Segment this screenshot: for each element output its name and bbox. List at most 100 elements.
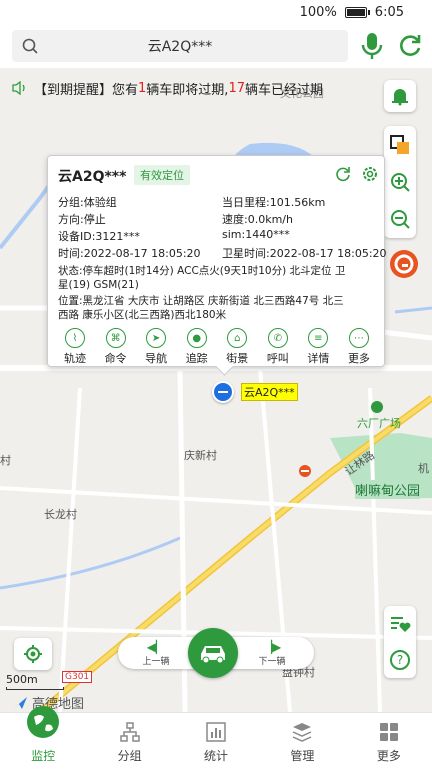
traffic-button[interactable] bbox=[390, 250, 418, 278]
navigation-icon: ➤ bbox=[146, 328, 167, 348]
info-speed: 速度:0.0km/h bbox=[222, 213, 293, 226]
tab-monitor[interactable]: 监控 bbox=[0, 706, 86, 769]
info-position-line1: 位置:黑龙江省 大庆市 让胡路区 庆新街道 北三西路47号 北三 bbox=[58, 295, 344, 307]
next-vehicle-button[interactable]: ▕▶ 下一辆 bbox=[252, 640, 292, 667]
tab-manage[interactable]: 管理 bbox=[259, 713, 345, 769]
info-device-id: 设备ID:3121*** bbox=[58, 230, 140, 243]
list-tools: ? bbox=[384, 606, 416, 678]
status-bar: 100% 6:05 bbox=[0, 0, 432, 24]
share-icon[interactable] bbox=[334, 165, 352, 183]
layers-icon[interactable] bbox=[389, 134, 411, 156]
top-bar: 云A2Q*** bbox=[0, 24, 432, 68]
action-more[interactable]: ⋯ 更多 bbox=[340, 328, 378, 366]
action-call[interactable]: ✆ 呼叫 bbox=[259, 328, 297, 366]
action-streetview[interactable]: ⌂ 街景 bbox=[218, 328, 256, 366]
action-label: 命令 bbox=[104, 352, 127, 365]
action-navigation[interactable]: ➤ 导航 bbox=[137, 328, 175, 366]
map-tools bbox=[384, 126, 416, 238]
search-box[interactable]: 云A2Q*** bbox=[12, 30, 348, 62]
action-label: 呼叫 bbox=[266, 352, 289, 365]
tab-more[interactable]: 更多 bbox=[346, 713, 432, 769]
help-icon[interactable]: ? bbox=[389, 649, 411, 671]
vehicle-marker[interactable] bbox=[212, 381, 234, 403]
action-label: 更多 bbox=[347, 352, 370, 365]
map-label-ji: 机 bbox=[418, 462, 429, 475]
info-group: 分组:体验组 bbox=[58, 196, 117, 209]
next-arrow-icon: ▕▶ bbox=[262, 640, 282, 654]
scale-text: 500m bbox=[6, 673, 38, 686]
action-track[interactable]: ⌇ 轨迹 bbox=[56, 328, 94, 366]
more-icon: ⋯ bbox=[348, 328, 369, 348]
next-label: 下一辆 bbox=[258, 657, 286, 667]
prev-arrow-icon: ◀▏ bbox=[146, 640, 166, 654]
action-tracking[interactable]: ● 追踪 bbox=[178, 328, 216, 366]
info-position-line2: 西路 康乐小区(北三西路)西北180米 bbox=[58, 309, 227, 321]
info-state-line2: 星(19) GSM(21) bbox=[58, 279, 139, 291]
notice-count-expired: 17 bbox=[228, 80, 245, 96]
info-mileage: 当日里程:101.56km bbox=[222, 196, 326, 209]
action-label: 街景 bbox=[226, 352, 249, 365]
tab-label: 分组 bbox=[117, 749, 142, 763]
group-icon bbox=[119, 722, 140, 742]
location-status-badge: 有效定位 bbox=[134, 165, 190, 185]
info-time: 时间:2022-08-17 18:05:20 bbox=[58, 247, 201, 260]
refresh-icon[interactable] bbox=[396, 32, 424, 60]
tracking-icon: ● bbox=[186, 328, 207, 348]
gas-station-icon bbox=[299, 465, 311, 477]
tab-label: 统计 bbox=[204, 749, 229, 763]
info-satellite-time: 卫星时间:2022-08-17 18:05:20 bbox=[222, 247, 387, 260]
globe-icon bbox=[27, 706, 60, 738]
notice-count-expiring: 1 bbox=[138, 80, 147, 96]
tab-label: 监控 bbox=[31, 749, 56, 763]
notice-prefix: 【到期提醒】您有 bbox=[34, 82, 139, 98]
action-label: 导航 bbox=[145, 352, 168, 365]
traffic-icon bbox=[394, 254, 414, 274]
poi-pin-icon bbox=[371, 401, 383, 413]
microphone-icon[interactable] bbox=[358, 30, 386, 62]
action-label: 轨迹 bbox=[64, 352, 86, 365]
prev-label: 上一辆 bbox=[142, 657, 170, 667]
map-label-g301: G301 bbox=[62, 671, 93, 683]
popup-actions: ⌇ 轨迹 ⌘ 命令 ➤ 导航 ● 追踪 ⌂ 街景 ✆ 呼叫 ≡ 详情 ⋯ 更多 bbox=[56, 328, 378, 366]
vehicle-plate-label[interactable]: 云A2Q*** bbox=[241, 383, 298, 401]
info-direction: 方向:停止 bbox=[58, 213, 106, 226]
grid-icon bbox=[379, 723, 398, 741]
action-details[interactable]: ≡ 详情 bbox=[299, 328, 337, 366]
zoom-in-icon[interactable] bbox=[389, 171, 411, 193]
streetview-icon: ⌂ bbox=[227, 328, 248, 348]
expiry-notice[interactable]: 【到期提醒】您有 1 辆车即将过期, 17 辆车已经过期 bbox=[12, 74, 372, 102]
map-label-changlong: 长龙村 bbox=[44, 508, 77, 521]
stats-icon bbox=[206, 722, 226, 742]
map-label-liuchang: 六厂广场 bbox=[357, 417, 401, 430]
locate-icon bbox=[24, 645, 42, 663]
vehicle-plate: 云A2Q*** bbox=[58, 169, 127, 185]
map-label-qingxin: 庆新村 bbox=[184, 449, 217, 462]
notice-mid: 辆车即将过期, bbox=[146, 82, 229, 98]
locate-button[interactable] bbox=[14, 638, 52, 670]
search-text: 云A2Q*** bbox=[147, 39, 213, 55]
map-label-cun: 村 bbox=[0, 454, 11, 467]
car-center-button[interactable] bbox=[188, 628, 238, 678]
info-state-line1: 状态:停车超时(1时14分) ACC点火(9天1时10分) 北斗定位 卫 bbox=[58, 265, 346, 277]
tab-label: 管理 bbox=[290, 749, 315, 763]
alarm-button[interactable] bbox=[384, 80, 416, 112]
action-command[interactable]: ⌘ 命令 bbox=[97, 328, 135, 366]
scale-bar bbox=[6, 687, 64, 690]
zoom-out-icon[interactable] bbox=[389, 208, 411, 230]
prev-vehicle-button[interactable]: ◀▏ 上一辆 bbox=[136, 640, 176, 667]
svg-text:?: ? bbox=[397, 653, 403, 667]
favorite-list-icon[interactable] bbox=[389, 614, 411, 634]
details-icon: ≡ bbox=[308, 328, 329, 348]
tab-group[interactable]: 分组 bbox=[86, 713, 172, 769]
notice-suffix: 辆车已经过期 bbox=[244, 82, 323, 98]
gear-icon[interactable] bbox=[361, 165, 379, 183]
tab-stats[interactable]: 统计 bbox=[173, 713, 259, 769]
manage-icon bbox=[293, 723, 312, 742]
speaker-icon bbox=[12, 81, 25, 95]
phone-icon: ✆ bbox=[267, 328, 288, 348]
track-icon: ⌇ bbox=[65, 328, 85, 348]
action-label: 详情 bbox=[307, 352, 330, 365]
clock: 6:05 bbox=[374, 4, 404, 20]
bottom-tab-bar: 监控 分组 统计 管理 更多 bbox=[0, 706, 432, 769]
map-scale: 500m bbox=[6, 673, 64, 690]
